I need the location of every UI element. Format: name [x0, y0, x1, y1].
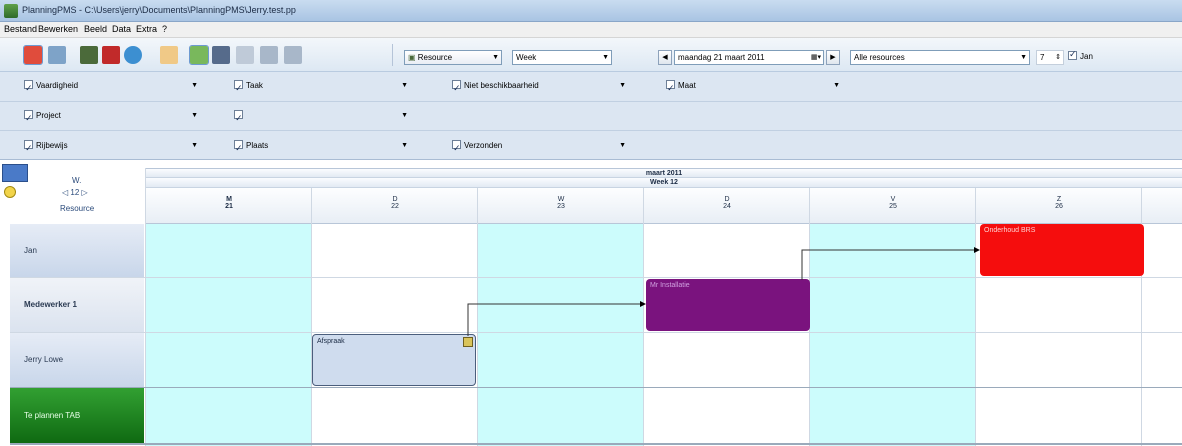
filter-label: Vaardigheid	[36, 81, 79, 90]
filter-panel: Vaardigheid ▼ Taak ▼ Niet beschikbaarheid ▼…	[0, 72, 1182, 160]
menu-data[interactable]: Data	[112, 24, 131, 34]
prev-date-button[interactable]: ◀	[658, 50, 672, 65]
jan-label: Jan	[1080, 52, 1093, 61]
dependency-arrows	[467, 247, 980, 336]
checkbox-icon	[234, 78, 243, 98]
chevron-down-icon: ▼	[1020, 54, 1027, 61]
filter-taak[interactable]: Taak ▼	[224, 76, 414, 98]
menu-bar: Bestand Bewerken Beeld Data Extra ?	[0, 22, 1182, 38]
date-picker[interactable]: maandag 21 maart 2011 ▦▾	[674, 50, 824, 65]
checkbox-icon	[24, 78, 33, 98]
filter-rijbewijs[interactable]: Rijbewijs ▼	[14, 136, 204, 158]
chevron-down-icon: ▼	[833, 82, 840, 89]
date-value: maandag 21 maart 2011	[678, 53, 765, 62]
filter-plaats[interactable]: Plaats ▼	[224, 136, 414, 158]
view-select[interactable]: Week ▼	[512, 50, 612, 65]
chevron-down-icon: ▼	[492, 54, 499, 61]
spinner-arrows-icon: ⇕	[1055, 54, 1061, 61]
days-value: 7	[1040, 53, 1045, 62]
tree2-icon[interactable]	[284, 46, 302, 64]
menu-bewerken[interactable]: Bewerken	[38, 24, 78, 34]
window-title: PlanningPMS - C:\Users\jerry\Documents\P…	[22, 5, 296, 15]
calendar-icon[interactable]	[160, 46, 178, 64]
chevron-down-icon: ▼	[602, 54, 609, 61]
calendar-dropdown-icon: ▦▾	[810, 54, 821, 61]
arrowhead-icon	[640, 301, 646, 307]
resources-value: Alle resources	[854, 53, 905, 62]
divider	[0, 101, 1182, 102]
resources-select[interactable]: Alle resources ▼	[850, 50, 1030, 65]
resource-view-button[interactable]: ▣ Resource ▼	[404, 50, 502, 65]
filter-vaardigheid[interactable]: Vaardigheid ▼	[14, 76, 204, 98]
filter-label: Project	[36, 111, 61, 120]
next-date-button[interactable]: ▶	[826, 50, 840, 65]
globe-icon[interactable]	[124, 46, 142, 64]
filter-label: Plaats	[246, 141, 269, 150]
menu-bestand[interactable]: Bestand	[4, 24, 37, 34]
refresh-icon[interactable]	[189, 45, 209, 65]
divider	[0, 130, 1182, 131]
checkbox-icon	[24, 108, 33, 128]
filter-verzonden[interactable]: Verzonden ▼	[442, 136, 632, 158]
filter-label: Niet beschikbaarheid	[464, 81, 539, 90]
chevron-down-icon: ▼	[401, 82, 408, 89]
menu-beeld[interactable]: Beeld	[84, 24, 107, 34]
filter-label: Rijbewijs	[36, 141, 68, 150]
chevron-down-icon: ▼	[401, 142, 408, 149]
chevron-down-icon: ▼	[191, 142, 198, 149]
chevron-down-icon: ▼	[191, 112, 198, 119]
filter-empty[interactable]: ▼	[224, 106, 414, 128]
app-icon	[4, 4, 18, 18]
chevron-down-icon: ▼	[191, 82, 198, 89]
jan-checkbox[interactable]: Jan	[1068, 49, 1093, 61]
planner-grid: maart 2011 Week 12 M 21 D 22 W 23 D 24 V 25 Z…	[0, 160, 1182, 446]
checkbox-icon	[666, 78, 675, 98]
view-value: Week	[516, 53, 537, 62]
filter-maat[interactable]: Maat ▼	[656, 76, 846, 98]
chevron-down-icon: ▼	[619, 142, 626, 149]
chevron-down-icon: ▼	[619, 82, 626, 89]
checkbox-icon	[234, 108, 243, 128]
menu-help[interactable]: ?	[162, 24, 167, 34]
line-icon[interactable]	[236, 46, 254, 64]
chevron-down-icon: ▼	[401, 112, 408, 119]
new-icon[interactable]	[23, 45, 43, 65]
filter-label: Taak	[246, 81, 263, 90]
checkbox-icon	[24, 138, 33, 158]
menu-extra[interactable]: Extra	[136, 24, 157, 34]
days-spinner[interactable]: 7 ⇕	[1036, 50, 1064, 65]
resource-label: Resource	[417, 53, 453, 62]
open-icon[interactable]	[48, 46, 66, 64]
users-icon[interactable]	[80, 46, 98, 64]
filter-label: Verzonden	[464, 141, 503, 150]
book-icon[interactable]	[102, 46, 120, 64]
filter-label: Maat	[678, 81, 696, 90]
dependency-line	[801, 249, 978, 280]
dependency-line	[467, 303, 644, 336]
checkbox-icon	[452, 138, 461, 158]
resource-icon: ▣	[408, 53, 418, 62]
checkbox-icon	[1068, 49, 1077, 60]
toolbar: ▣ Resource ▼ Week ▼ ◀ maandag 21 maart 201…	[0, 38, 1182, 72]
title-bar: PlanningPMS - C:\Users\jerry\Documents\P…	[0, 0, 1182, 22]
tree-icon[interactable]	[260, 46, 278, 64]
filter-project[interactable]: Project ▼	[14, 106, 204, 128]
toolbar-separator	[392, 44, 393, 66]
checkbox-icon	[234, 138, 243, 158]
filter-niet-beschikbaarheid[interactable]: Niet beschikbaarheid ▼	[442, 76, 632, 98]
arrowhead-icon	[974, 247, 980, 253]
print-icon[interactable]	[212, 46, 230, 64]
checkbox-icon	[452, 78, 461, 98]
